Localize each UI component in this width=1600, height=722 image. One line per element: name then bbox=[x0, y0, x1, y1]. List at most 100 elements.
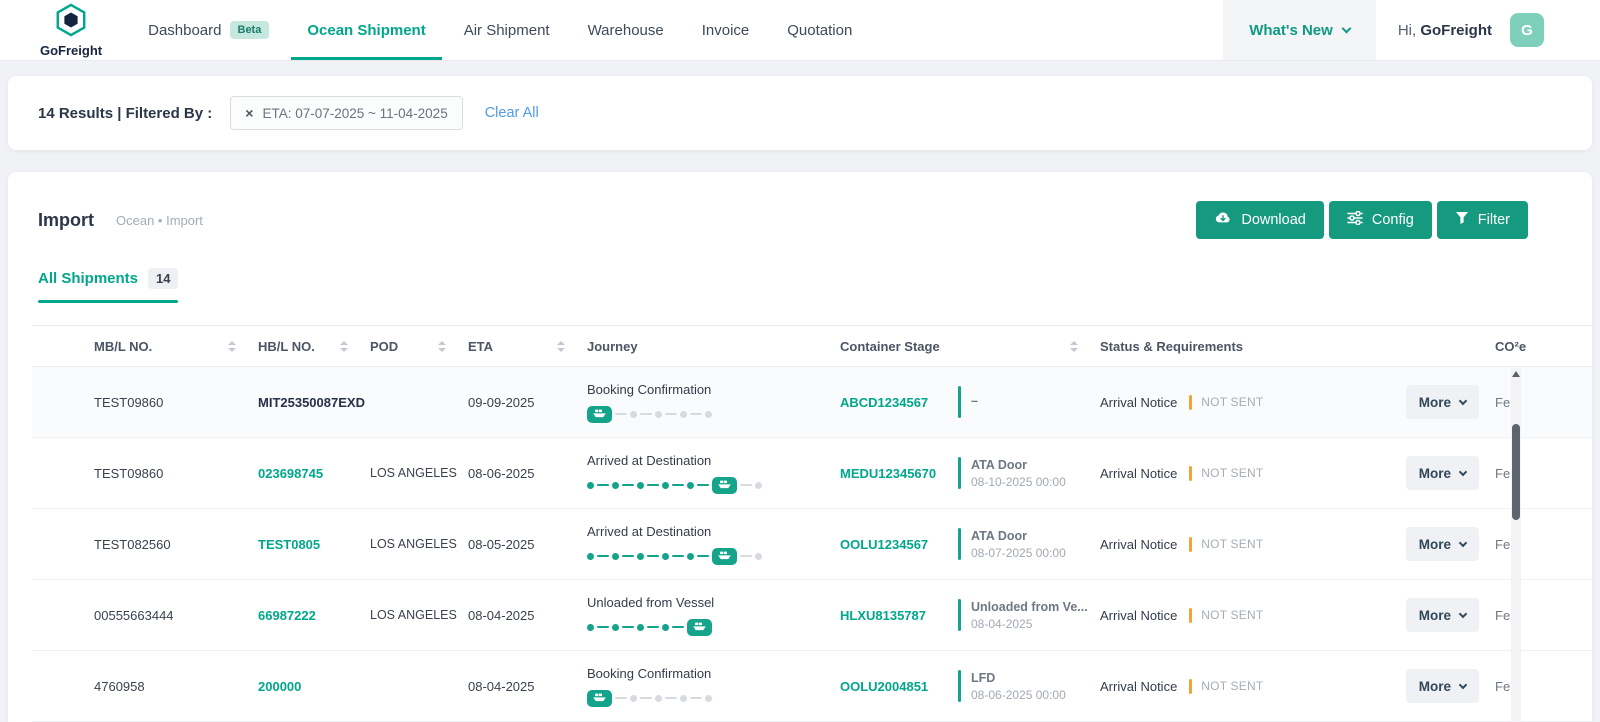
header-journey: Journey bbox=[587, 339, 840, 354]
journey-status-label: Arrived at Destination bbox=[587, 523, 712, 539]
vertical-scrollbar[interactable] bbox=[1511, 368, 1521, 722]
nav-air-shipment[interactable]: Air Shipment bbox=[464, 0, 550, 60]
header-pod[interactable]: POD bbox=[370, 339, 468, 354]
nav-invoice[interactable]: Invoice bbox=[702, 0, 750, 60]
journey-cell: Booking Confirmation bbox=[587, 666, 840, 707]
header-mbl-no[interactable]: MB/L NO. bbox=[32, 339, 258, 354]
journey-progress bbox=[587, 405, 840, 423]
status-indicator-bar bbox=[1189, 394, 1193, 410]
co2e-cell: Fe bbox=[1495, 536, 1511, 552]
eta-filter-chip[interactable]: × ETA: 07-07-2025 ~ 11-04-2025 bbox=[230, 96, 463, 130]
hbl-link[interactable]: MIT25350087EXD bbox=[258, 395, 365, 410]
co2e-cell: Fe bbox=[1495, 394, 1511, 410]
sort-icon[interactable] bbox=[557, 340, 565, 352]
brand-name: GoFreight bbox=[40, 42, 103, 58]
header-status-requirements: Status & Requirements bbox=[1100, 339, 1495, 354]
nav-right-section: What's New Hi, GoFreight G bbox=[1223, 0, 1600, 60]
container-number-link[interactable]: ABCD1234567 bbox=[840, 395, 958, 410]
page-title: Import bbox=[38, 209, 94, 230]
container-number-link[interactable]: OOLU2004851 bbox=[840, 679, 958, 694]
status-cell: Arrival Notice NOT SENT More bbox=[1100, 385, 1495, 419]
header-hbl-label: HB/L NO. bbox=[258, 338, 315, 354]
remove-filter-icon[interactable]: × bbox=[245, 106, 253, 120]
sort-icon[interactable] bbox=[228, 340, 236, 352]
header-hbl-no[interactable]: HB/L NO. bbox=[258, 339, 370, 354]
stage-date: 08-10-2025 00:00 bbox=[971, 474, 1066, 489]
pod-value: LOS ANGELES bbox=[370, 608, 457, 622]
scroll-up-arrow-icon[interactable] bbox=[1512, 371, 1520, 377]
scrollbar-thumb[interactable] bbox=[1512, 424, 1520, 520]
sort-icon[interactable] bbox=[1070, 340, 1078, 352]
sort-icon[interactable] bbox=[340, 340, 348, 352]
mbl-value: TEST09860 bbox=[94, 394, 164, 410]
cloud-download-icon bbox=[1214, 211, 1232, 229]
table-row[interactable]: TEST09860 MIT25350087EXD 09-09-2025 Book… bbox=[32, 367, 1592, 438]
eta-value: 08-04-2025 bbox=[468, 678, 535, 694]
status-indicator-bar bbox=[1189, 536, 1193, 552]
journey-cell: Booking Confirmation bbox=[587, 382, 840, 423]
more-label: More bbox=[1418, 678, 1451, 694]
hbl-link[interactable]: 023698745 bbox=[258, 466, 323, 481]
status-value: NOT SENT bbox=[1201, 395, 1264, 409]
nav-ocean-shipment[interactable]: Ocean Shipment bbox=[291, 0, 443, 60]
clear-all-link[interactable]: Clear All bbox=[485, 105, 539, 121]
table-row[interactable]: 4760958 200000 08-04-2025 Booking Confir… bbox=[32, 651, 1592, 722]
table-row[interactable]: 00555663444 66987222 LOS ANGELES 08-04-2… bbox=[32, 580, 1592, 651]
sort-icon[interactable] bbox=[438, 340, 446, 352]
hbl-link[interactable]: 200000 bbox=[258, 679, 301, 694]
stage-date: 08-07-2025 00:00 bbox=[971, 545, 1066, 560]
header-pod-label: POD bbox=[370, 338, 399, 354]
status-label: Arrival Notice bbox=[1100, 394, 1178, 410]
container-stage-cell: HLXU8135787 Unloaded from Ve... 08-04-20… bbox=[840, 599, 1100, 631]
hbl-link[interactable]: 66987222 bbox=[258, 608, 316, 623]
pod-value: LOS ANGELES bbox=[370, 537, 457, 551]
mbl-value: 00555663444 bbox=[94, 607, 174, 623]
container-number-link[interactable]: MEDU12345670 bbox=[840, 466, 958, 481]
co2e-cell: Fe bbox=[1495, 607, 1511, 623]
container-number-link[interactable]: OOLU1234567 bbox=[840, 537, 958, 552]
more-button[interactable]: More bbox=[1405, 456, 1479, 490]
table-row[interactable]: TEST082560 TEST0805 LOS ANGELES 08-05-20… bbox=[32, 509, 1592, 580]
status-indicator-bar bbox=[1189, 678, 1193, 694]
header-eta[interactable]: ETA bbox=[468, 339, 587, 354]
journey-status-label: Booking Confirmation bbox=[587, 381, 712, 397]
config-label: Config bbox=[1371, 212, 1414, 228]
ship-icon bbox=[687, 618, 712, 636]
download-button[interactable]: Download bbox=[1196, 201, 1324, 239]
ship-icon bbox=[587, 689, 612, 707]
gofreight-logo[interactable]: GoFreight bbox=[40, 0, 102, 60]
more-button[interactable]: More bbox=[1405, 385, 1479, 419]
whats-new-button[interactable]: What's New bbox=[1223, 0, 1376, 60]
container-number-link[interactable]: HLXU8135787 bbox=[840, 608, 958, 623]
main-nav: Dashboard Beta Ocean Shipment Air Shipme… bbox=[148, 0, 852, 60]
journey-progress bbox=[587, 476, 840, 494]
eta-value: 08-05-2025 bbox=[468, 536, 535, 552]
journey-cell: Arrived at Destination bbox=[587, 524, 840, 565]
more-button[interactable]: More bbox=[1405, 527, 1479, 561]
hexagon-logo-icon bbox=[54, 2, 88, 42]
avatar[interactable]: G bbox=[1510, 13, 1544, 47]
config-button[interactable]: Config bbox=[1328, 201, 1432, 239]
more-button[interactable]: More bbox=[1405, 598, 1479, 632]
nav-quotation[interactable]: Quotation bbox=[787, 0, 852, 60]
table-row[interactable]: TEST09860 023698745 LOS ANGELES 08-06-20… bbox=[32, 438, 1592, 509]
header-container-stage[interactable]: Container Stage bbox=[840, 339, 1100, 354]
funnel-icon bbox=[1455, 211, 1469, 229]
tab-count-badge: 14 bbox=[148, 268, 179, 289]
nav-dashboard[interactable]: Dashboard Beta bbox=[148, 0, 270, 60]
header-eta-label: ETA bbox=[468, 338, 494, 354]
filter-label: Filter bbox=[1477, 212, 1510, 228]
status-cell: Arrival Notice NOT SENT More bbox=[1100, 527, 1495, 561]
more-label: More bbox=[1418, 465, 1451, 481]
nav-warehouse[interactable]: Warehouse bbox=[588, 0, 664, 60]
more-button[interactable]: More bbox=[1405, 669, 1479, 703]
tabs-row: All Shipments 14 bbox=[8, 268, 1592, 303]
journey-cell: Arrived at Destination bbox=[587, 453, 840, 494]
filter-button[interactable]: Filter bbox=[1436, 201, 1528, 239]
nav-ocean-shipment-label: Ocean Shipment bbox=[307, 21, 426, 39]
hbl-link[interactable]: TEST0805 bbox=[258, 537, 320, 552]
more-label: More bbox=[1418, 536, 1451, 552]
journey-progress bbox=[587, 689, 840, 707]
tab-all-shipments[interactable]: All Shipments 14 bbox=[38, 268, 179, 303]
header-container-stage-label: Container Stage bbox=[840, 338, 940, 354]
